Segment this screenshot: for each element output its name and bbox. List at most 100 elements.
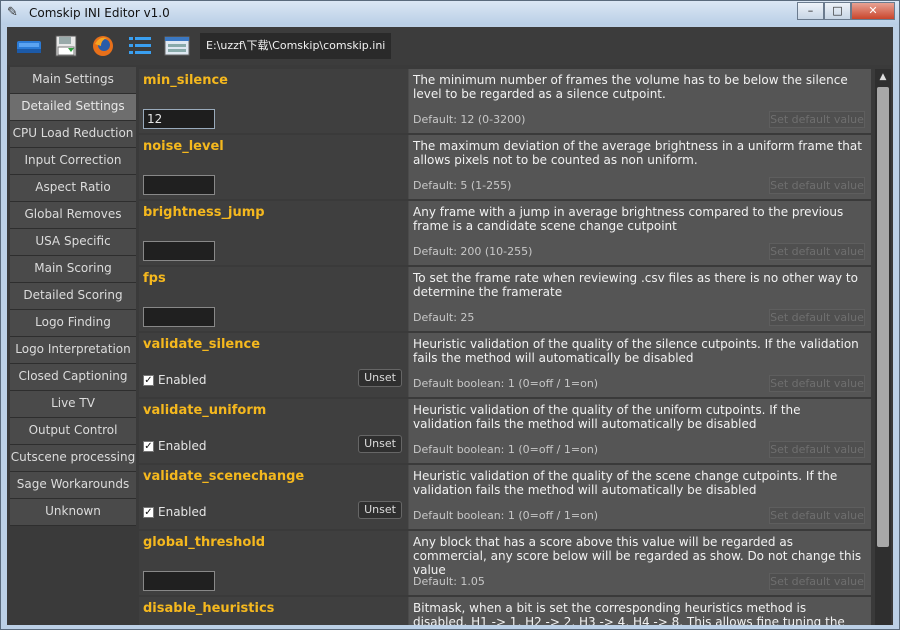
sidebar-item-live-tv[interactable]: Live TV [10,391,136,418]
setting-default: Default: 200 (10-255) [413,245,533,258]
sidebar-item-detailed-scoring[interactable]: Detailed Scoring [10,283,136,310]
enabled-checkbox[interactable]: ✓ Enabled [143,505,207,519]
sidebar-item-logo-finding[interactable]: Logo Finding [10,310,136,337]
title-bar[interactable]: ✎ Comskip INI Editor v1.0 – □ ✕ [1,1,899,25]
setting-row: global_threshold Any block that has a sc… [139,531,871,595]
unset-button[interactable]: Unset [358,435,402,453]
sidebar-item-cutscene-processing[interactable]: Cutscene processing [10,445,136,472]
setting-info: Any block that has a score above this va… [409,531,871,595]
setting-description: Heuristic validation of the quality of t… [413,403,801,431]
window-title: Comskip INI Editor v1.0 [29,6,170,20]
min-silence-input[interactable]: 12 [143,109,215,129]
open-icon[interactable] [14,31,44,61]
setting-control: fps [139,267,408,331]
sidebar-item-output-control[interactable]: Output Control [10,418,136,445]
setting-description: Heuristic validation of the quality of t… [413,337,859,365]
sidebar-item-main-settings[interactable]: Main Settings [10,67,136,94]
set-default-button[interactable]: Set default value [769,441,865,458]
file-path: E:\uzzf\下载\Comskip\comskip.ini [200,33,392,59]
scroll-up-icon[interactable]: ▲ [875,69,891,85]
setting-info: To set the frame rate when reviewing .cs… [409,267,871,331]
set-default-button[interactable]: Set default value [769,111,865,128]
setting-default: Default boolean: 1 (0=off / 1=on) [413,443,599,456]
fps-input[interactable] [143,307,215,327]
window-icon[interactable] [162,31,192,61]
set-default-button[interactable]: Set default value [769,507,865,524]
setting-row: min_silence 12 The minimum number of fra… [139,69,871,133]
setting-row: validate_uniform ✓ Enabled Unset Heurist… [139,399,871,463]
check-icon[interactable]: ✓ [143,440,154,452]
setting-info: Bitmask, when a bit is set the correspon… [409,597,871,625]
setting-info: The minimum number of frames the volume … [409,69,871,133]
check-icon[interactable]: ✓ [143,374,154,386]
setting-control: validate_silence ✓ Enabled Unset [139,333,408,397]
setting-description: Bitmask, when a bit is set the correspon… [413,601,845,625]
sidebar-item-cpu-load-reduction[interactable]: CPU Load Reduction [10,121,136,148]
scrollbar-thumb[interactable] [877,87,889,547]
sidebar-item-global-removes[interactable]: Global Removes [10,202,136,229]
minimize-button[interactable]: – [797,2,824,20]
setting-control: noise_level [139,135,408,199]
enabled-label: Enabled [158,505,207,519]
setting-row: validate_scenechange ✓ Enabled Unset Heu… [139,465,871,529]
list-icon[interactable] [125,31,155,61]
setting-control: validate_scenechange ✓ Enabled Unset [139,465,408,529]
setting-row: validate_silence ✓ Enabled Unset Heurist… [139,333,871,397]
sidebar-item-aspect-ratio[interactable]: Aspect Ratio [10,175,136,202]
sidebar-item-closed-captioning[interactable]: Closed Captioning [10,364,136,391]
sidebar-item-unknown[interactable]: Unknown [10,499,136,526]
setting-description: Any frame with a jump in average brightn… [413,205,844,233]
setting-default: Default: 1.05 [413,575,485,588]
firefox-icon[interactable] [88,31,118,61]
global-threshold-input[interactable] [143,571,215,591]
setting-default: Default: 12 (0-3200) [413,113,526,126]
sidebar-item-logo-interpretation[interactable]: Logo Interpretation [10,337,136,364]
brightness-jump-input[interactable] [143,241,215,261]
setting-default: Default boolean: 1 (0=off / 1=on) [413,509,599,522]
setting-default: Default: 25 [413,311,475,324]
set-default-button[interactable]: Set default value [769,375,865,392]
unset-button[interactable]: Unset [358,501,402,519]
app-window: ✎ Comskip INI Editor v1.0 – □ ✕ E:\uzzf\… [0,0,900,630]
setting-name: validate_silence [143,337,261,352]
setting-default: Default boolean: 1 (0=off / 1=on) [413,377,599,390]
app-icon: ✎ [7,5,18,20]
setting-description: To set the frame rate when reviewing .cs… [413,271,858,299]
save-icon[interactable] [51,31,81,61]
maximize-button[interactable]: □ [824,2,851,20]
setting-name: brightness_jump [143,205,265,220]
sidebar-item-sage-workarounds[interactable]: Sage Workarounds [10,472,136,499]
setting-name: validate_uniform [143,403,267,418]
check-icon[interactable]: ✓ [143,506,154,518]
close-button[interactable]: ✕ [851,2,895,20]
sidebar-item-main-scoring[interactable]: Main Scoring [10,256,136,283]
setting-default: Default: 5 (1-255) [413,179,512,192]
settings-list: min_silence 12 The minimum number of fra… [139,69,871,625]
sidebar-item-detailed-settings[interactable]: Detailed Settings [10,94,136,121]
setting-control: min_silence 12 [139,69,408,133]
sidebar: Main Settings Detailed Settings CPU Load… [10,67,136,567]
setting-info: Heuristic validation of the quality of t… [409,465,871,529]
setting-control: brightness_jump [139,201,408,265]
setting-control: validate_uniform ✓ Enabled Unset [139,399,408,463]
set-default-button[interactable]: Set default value [769,573,865,590]
setting-row: fps To set the frame rate when reviewing… [139,267,871,331]
enabled-checkbox[interactable]: ✓ Enabled [143,439,207,453]
setting-name: validate_scenechange [143,469,305,484]
enabled-checkbox[interactable]: ✓ Enabled [143,373,207,387]
vertical-scrollbar[interactable]: ▲ [875,69,891,625]
setting-info: Heuristic validation of the quality of t… [409,399,871,463]
set-default-button[interactable]: Set default value [769,309,865,326]
setting-name: fps [143,271,166,286]
sidebar-item-input-correction[interactable]: Input Correction [10,148,136,175]
noise-level-input[interactable] [143,175,215,195]
setting-description: Any block that has a score above this va… [413,535,862,577]
unset-button[interactable]: Unset [358,369,402,387]
setting-control: disable_heuristics [139,597,408,625]
setting-description: The minimum number of frames the volume … [413,73,848,101]
sidebar-item-usa-specific[interactable]: USA Specific [10,229,136,256]
window-controls: – □ ✕ [797,2,895,20]
setting-name: global_threshold [143,535,266,550]
set-default-button[interactable]: Set default value [769,177,865,194]
set-default-button[interactable]: Set default value [769,243,865,260]
